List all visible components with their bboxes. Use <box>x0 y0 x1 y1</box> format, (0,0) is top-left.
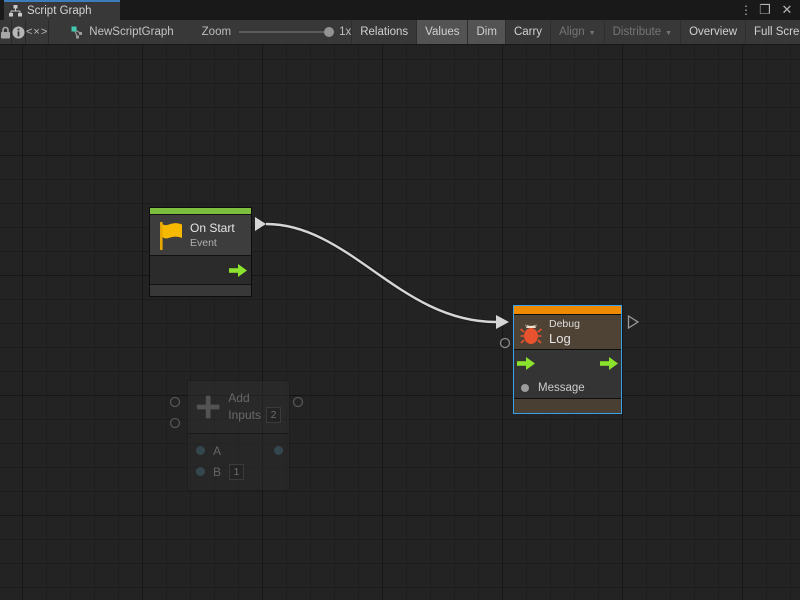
exec-input-port-debug[interactable] <box>496 315 509 329</box>
lock-icon <box>0 26 11 39</box>
info-button[interactable] <box>12 20 26 44</box>
port-row-b: B 1 <box>188 461 289 482</box>
data-input-port-b[interactable] <box>196 467 205 476</box>
inputs-label: Inputs <box>228 408 261 422</box>
zoom-label: Zoom <box>202 26 231 38</box>
message-input-port-outer[interactable] <box>501 339 510 348</box>
flag-icon <box>156 220 183 251</box>
maximize-icon[interactable]: ❐ <box>756 0 774 20</box>
graph-hierarchy-icon <box>9 5 22 17</box>
message-row: Message <box>514 377 621 398</box>
node-body <box>150 256 251 284</box>
exec-output-arrow-icon[interactable] <box>229 264 247 277</box>
message-port-label: Message <box>538 382 585 394</box>
dim-button[interactable]: Dim <box>467 20 504 44</box>
node-subtitle: Event <box>190 237 235 249</box>
zoom-control: Zoom 1x <box>202 20 352 44</box>
toolbar-buttons: Relations Values Dim Carry Align ▼ Distr… <box>351 20 800 44</box>
message-input-port[interactable] <box>521 384 529 392</box>
bug-icon <box>520 320 542 345</box>
exec-input-arrow-icon[interactable] <box>517 357 535 370</box>
port-b-value-field[interactable]: 1 <box>229 464 244 480</box>
relations-button[interactable]: Relations <box>351 20 416 44</box>
chevron-down-icon: ▼ <box>589 30 596 37</box>
overview-button[interactable]: Overview <box>680 20 745 44</box>
ghost-output-port-outer[interactable] <box>294 398 303 407</box>
node-footer <box>150 285 251 296</box>
wire-shadow <box>266 224 496 322</box>
align-dropdown[interactable]: Align ▼ <box>550 20 604 44</box>
close-icon[interactable]: ✕ <box>778 0 796 20</box>
distribute-dropdown[interactable]: Distribute ▼ <box>604 20 681 44</box>
connection-layer <box>0 45 800 600</box>
port-label-b: B <box>213 465 221 479</box>
tab-label: Script Graph <box>27 5 92 17</box>
window-controls: ⋮ ❐ ✕ <box>740 0 796 20</box>
zoom-value: 1x <box>339 26 351 38</box>
port-row-a: A <box>188 440 289 461</box>
inputs-count-field[interactable]: 2 <box>266 407 281 423</box>
carry-button[interactable]: Carry <box>505 20 550 44</box>
lock-button[interactable] <box>0 20 12 44</box>
node-header: Add Inputs 2 <box>188 381 289 433</box>
node-category: Debug <box>549 318 580 330</box>
info-icon <box>12 26 25 39</box>
graph-canvas[interactable]: On Start Event Debug <box>0 45 800 600</box>
port-label-a: A <box>213 444 221 458</box>
zoom-slider[interactable] <box>239 31 331 33</box>
node-header: Debug Log <box>514 315 621 349</box>
plus-icon <box>194 392 222 422</box>
node-footer <box>514 399 621 413</box>
node-header: On Start Event <box>150 215 251 255</box>
ghost-input-port-a-outer[interactable] <box>171 398 180 407</box>
node-title: Add <box>228 391 281 405</box>
graph-asset[interactable]: NewScriptGraph <box>49 20 173 44</box>
node-accent-bar <box>514 306 621 314</box>
exec-output-port-debug[interactable] <box>629 316 639 328</box>
node-body: A B 1 <box>188 434 289 490</box>
edit-source-button[interactable]: <×> <box>26 20 49 44</box>
tab-script-graph[interactable]: Script Graph <box>4 0 120 20</box>
code-icon: <×> <box>26 26 48 38</box>
node-add-ghost[interactable]: Add Inputs 2 A B 1 <box>187 380 290 491</box>
fullscreen-button[interactable]: Full Screen <box>745 20 800 44</box>
toolbar: <×> NewScriptGraph Zoom 1x Relations Val… <box>0 20 800 45</box>
values-button[interactable]: Values <box>416 20 467 44</box>
chevron-down-icon: ▼ <box>665 30 672 37</box>
node-on-start[interactable]: On Start Event <box>149 207 252 297</box>
exec-wire[interactable] <box>266 224 496 322</box>
zoom-slider-handle[interactable] <box>324 27 334 37</box>
ghost-input-port-b-outer[interactable] <box>171 419 180 428</box>
kebab-menu-icon[interactable]: ⋮ <box>740 0 752 20</box>
node-accent-bar <box>150 208 251 214</box>
node-title: On Start <box>190 221 235 235</box>
exec-row <box>514 350 621 377</box>
script-graph-icon <box>71 26 84 39</box>
node-debug-log[interactable]: Debug Log Message <box>513 305 622 414</box>
data-output-port[interactable] <box>274 446 283 455</box>
graph-name: NewScriptGraph <box>89 26 173 38</box>
node-title: Log <box>549 332 580 346</box>
title-bar: Script Graph ⋮ ❐ ✕ <box>0 0 800 20</box>
exec-output-port-onstart[interactable] <box>255 217 266 231</box>
exec-output-arrow-icon[interactable] <box>600 357 618 370</box>
data-input-port-a[interactable] <box>196 446 205 455</box>
node-body: Message <box>514 350 621 398</box>
